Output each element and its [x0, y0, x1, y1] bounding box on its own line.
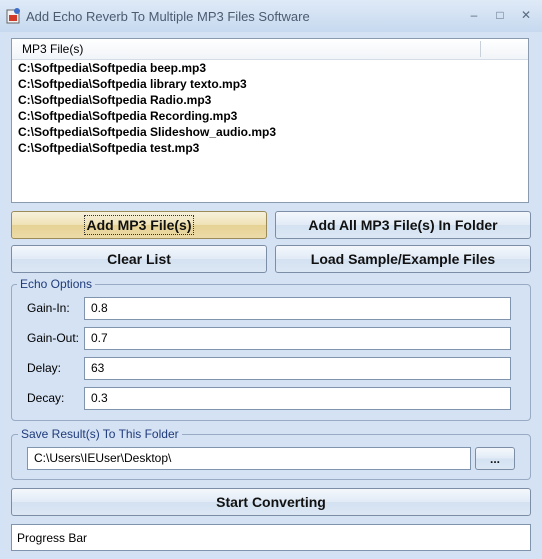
main-window: Add Echo Reverb To Multiple MP3 Files So…: [0, 0, 542, 559]
start-converting-label: Start Converting: [216, 494, 326, 510]
start-converting-button[interactable]: Start Converting: [11, 488, 531, 516]
list-item[interactable]: C:\Softpedia\Softpedia Recording.mp3: [18, 108, 276, 124]
browse-folder-button[interactable]: ...: [475, 447, 515, 470]
clear-list-button[interactable]: Clear List: [11, 245, 267, 273]
maximize-icon[interactable]: □: [492, 8, 508, 22]
add-mp3-files-button[interactable]: Add MP3 File(s): [11, 211, 267, 239]
title-bar[interactable]: Add Echo Reverb To Multiple MP3 Files So…: [0, 0, 542, 32]
output-folder-field[interactable]: C:\Users\IEUser\Desktop\: [27, 447, 471, 470]
column-separator[interactable]: [480, 41, 481, 57]
list-column-header[interactable]: MP3 File(s): [12, 39, 528, 60]
close-icon[interactable]: ✕: [518, 8, 534, 22]
decay-field[interactable]: 0.3: [84, 387, 511, 410]
list-item[interactable]: C:\Softpedia\Softpedia Radio.mp3: [18, 92, 276, 108]
list-item[interactable]: C:\Softpedia\Softpedia beep.mp3: [18, 60, 276, 76]
window-title: Add Echo Reverb To Multiple MP3 Files So…: [26, 9, 310, 24]
column-header-label: MP3 File(s): [22, 42, 84, 56]
gain-out-label: Gain-Out:: [27, 331, 80, 345]
gain-in-label: Gain-In:: [27, 301, 70, 315]
save-folder-legend: Save Result(s) To This Folder: [18, 427, 182, 441]
decay-label: Decay:: [27, 391, 65, 405]
delay-field[interactable]: 63: [84, 357, 511, 380]
gain-out-field[interactable]: 0.7: [84, 327, 511, 350]
clear-list-label: Clear List: [107, 251, 171, 267]
mp3-file-list[interactable]: MP3 File(s) C:\Softpedia\Softpedia beep.…: [11, 38, 529, 203]
minimize-icon[interactable]: –: [466, 8, 482, 22]
list-item[interactable]: C:\Softpedia\Softpedia test.mp3: [18, 140, 276, 156]
load-sample-button[interactable]: Load Sample/Example Files: [275, 245, 531, 273]
add-folder-label: Add All MP3 File(s) In Folder: [308, 217, 498, 233]
progress-bar: Progress Bar: [11, 524, 531, 551]
load-sample-label: Load Sample/Example Files: [310, 251, 496, 267]
browse-folder-label: ...: [489, 451, 500, 466]
app-icon: [6, 8, 20, 24]
add-mp3-files-label: Add MP3 File(s): [84, 215, 194, 235]
add-folder-button[interactable]: Add All MP3 File(s) In Folder: [275, 211, 531, 239]
delay-label: Delay:: [27, 361, 62, 375]
gain-in-field[interactable]: 0.8: [84, 297, 511, 320]
list-item[interactable]: C:\Softpedia\Softpedia Slideshow_audio.m…: [18, 124, 276, 140]
list-item[interactable]: C:\Softpedia\Softpedia library texto.mp3: [18, 76, 276, 92]
progress-bar-label: Progress Bar: [17, 531, 88, 545]
echo-options-legend: Echo Options: [17, 277, 96, 291]
